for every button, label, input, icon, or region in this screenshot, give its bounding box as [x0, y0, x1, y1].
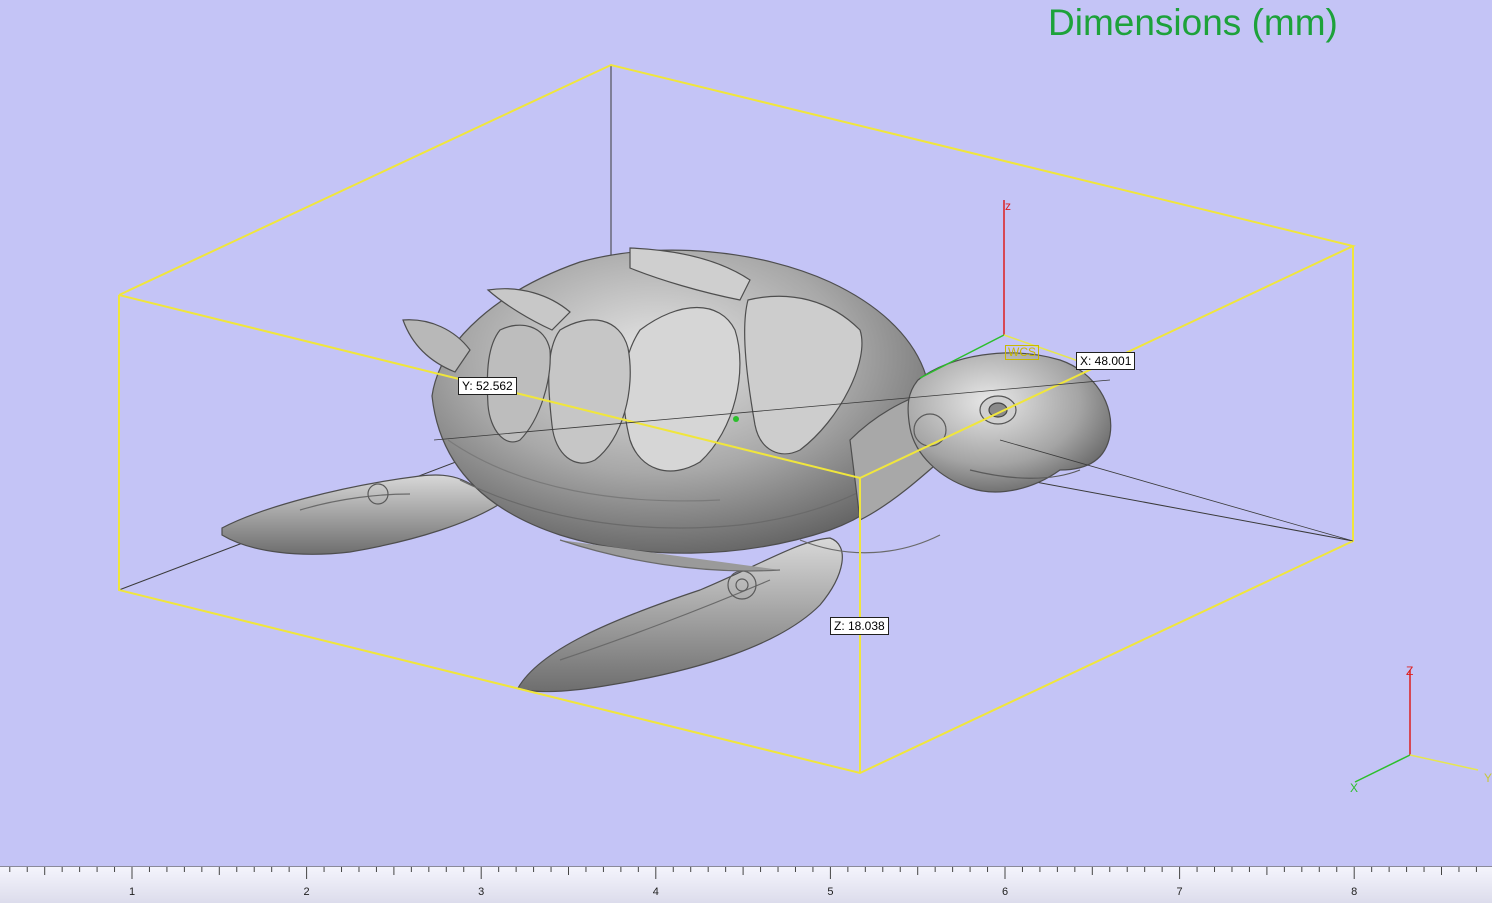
- ruler-label: 6: [1002, 886, 1008, 898]
- ruler-ticks: 1 2 3 4 5 6 7 8: [9, 867, 1477, 898]
- model-center-point: [733, 416, 739, 422]
- 3d-viewport[interactable]: z Z X Y Dimensions (mm) Y: 52.562 X: 48.…: [0, 0, 1492, 866]
- ruler-label: 8: [1351, 886, 1357, 898]
- y-dimension-label: Y: 52.562: [458, 377, 517, 395]
- scene-canvas[interactable]: z Z X Y: [0, 0, 1492, 866]
- turtle-model[interactable]: [221, 247, 1112, 693]
- ruler-label: 5: [827, 886, 833, 898]
- z-dimension-label: Z: 18.038: [830, 617, 889, 635]
- triad-y-label: Y: [1484, 771, 1492, 785]
- ruler-label: 3: [478, 886, 484, 898]
- ruler-label: 7: [1177, 886, 1183, 898]
- orientation-triad: Z X Y: [1350, 664, 1492, 795]
- wcs-z-letter: z: [1005, 199, 1011, 213]
- ruler-label: 1: [129, 886, 135, 898]
- horizontal-ruler[interactable]: 1 2 3 4 5 6 7 8: [0, 866, 1492, 903]
- rear-flipper: [221, 474, 500, 555]
- ruler-label: 4: [653, 886, 659, 898]
- triad-z-label: Z: [1406, 664, 1413, 678]
- wcs-label: WCS: [1005, 345, 1039, 360]
- view-title: Dimensions (mm): [1048, 2, 1338, 43]
- ruler-label: 2: [304, 886, 310, 898]
- triad-x-label: X: [1350, 781, 1358, 795]
- x-dimension-label: X: 48.001: [1076, 352, 1136, 370]
